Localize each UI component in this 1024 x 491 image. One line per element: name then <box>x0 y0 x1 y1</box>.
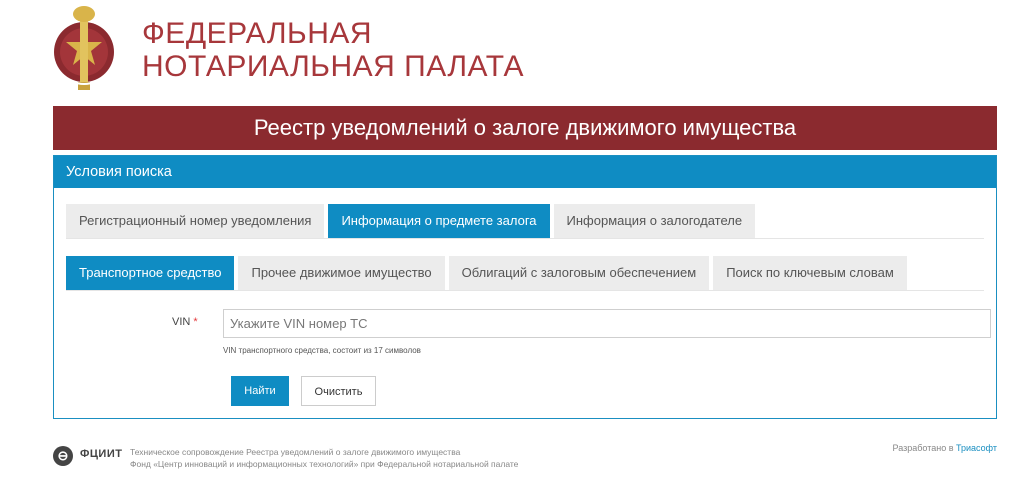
find-button[interactable]: Найти <box>231 376 289 406</box>
developer-link[interactable]: Триасофт <box>956 443 997 453</box>
org-name-line2: НОТАРИАЛЬНАЯ ПАЛАТА <box>142 50 525 83</box>
notary-emblem-icon[interactable] <box>50 2 118 98</box>
registry-banner: Реестр уведомлений о залоге движимого им… <box>53 106 997 150</box>
site-header: ФЕДЕРАЛЬНАЯ НОТАРИАЛЬНАЯ ПАЛАТА <box>50 0 1010 104</box>
vin-hint: VIN транспортного средства, состоит из 1… <box>223 346 421 355</box>
panel-title: Условия поиска <box>54 156 996 188</box>
vin-label: VIN * <box>172 316 198 328</box>
tab-secured-bonds[interactable]: Облигаций с залоговым обеспечением <box>448 256 710 290</box>
org-name-line1: ФЕДЕРАЛЬНАЯ <box>142 17 373 50</box>
tab-vehicle[interactable]: Транспортное средство <box>66 256 235 290</box>
tab-registration-number[interactable]: Регистрационный номер уведомления <box>66 204 325 238</box>
vin-input[interactable] <box>223 309 991 338</box>
tab-other-movable-property[interactable]: Прочее движимое имущество <box>238 256 445 290</box>
fciit-logo-icon: ⊖ <box>53 446 73 466</box>
tab-pledgor-info[interactable]: Информация о залогодателе <box>553 204 756 238</box>
footer-support-text: Техническое сопровождение Реестра уведом… <box>130 446 518 470</box>
fciit-logo[interactable]: ⊖ ФЦИИТ <box>53 444 123 468</box>
secondary-tabs: Транспортное средство Прочее движимое им… <box>66 256 984 291</box>
footer-line2: Фонд «Центр инноваций и информационных т… <box>130 459 519 469</box>
developer-prefix: Разработано в <box>892 443 954 453</box>
site-footer: ⊖ ФЦИИТ Техническое сопровождение Реестр… <box>53 440 997 480</box>
fciit-logo-text: ФЦИИТ <box>80 448 123 460</box>
primary-tabs: Регистрационный номер уведомления Информ… <box>66 204 984 239</box>
tab-keyword-search[interactable]: Поиск по ключевым словам <box>713 256 907 290</box>
developer-credit: Разработано в Триасофт <box>893 443 997 453</box>
tab-collateral-info[interactable]: Информация о предмете залога <box>328 204 550 238</box>
required-mark: * <box>193 316 198 328</box>
clear-button[interactable]: Очистить <box>301 376 376 406</box>
org-name: ФЕДЕРАЛЬНАЯ НОТАРИАЛЬНАЯ ПАЛАТА <box>142 17 524 83</box>
footer-line1: Техническое сопровождение Реестра уведом… <box>130 447 461 457</box>
vin-label-text: VIN <box>172 316 191 328</box>
search-panel: Условия поиска Регистрационный номер уве… <box>53 155 997 419</box>
